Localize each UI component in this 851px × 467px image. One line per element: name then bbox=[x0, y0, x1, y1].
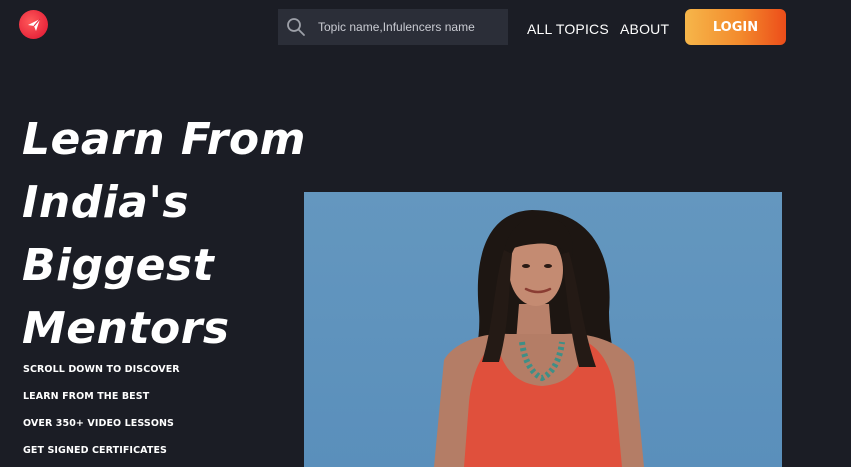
login-button[interactable]: LOGIN bbox=[685, 9, 786, 45]
hero-video[interactable] bbox=[304, 192, 782, 467]
hero-title-line: Mentors bbox=[22, 303, 230, 354]
mentor-image bbox=[434, 210, 644, 467]
search-bar[interactable] bbox=[278, 9, 508, 45]
search-input[interactable] bbox=[318, 20, 498, 34]
hero-title-line: Learn From bbox=[22, 114, 306, 165]
feature-scroll-down: SCROLL DOWN TO DISCOVER bbox=[23, 364, 180, 375]
nav-all-topics[interactable]: ALL TOPICS bbox=[527, 21, 609, 37]
search-icon bbox=[287, 18, 305, 36]
hero-title: Learn From India's Biggest Mentors bbox=[22, 108, 312, 360]
hero-title-line: Biggest bbox=[22, 240, 215, 291]
feature-video-lessons: OVER 350+ VIDEO LESSONS bbox=[23, 418, 174, 429]
nav-about[interactable]: ABOUT bbox=[620, 21, 669, 37]
feature-learn-best: LEARN FROM THE BEST bbox=[23, 391, 150, 402]
logo[interactable] bbox=[19, 10, 48, 39]
hero-title-line: India's bbox=[22, 177, 190, 228]
feature-certificates: GET SIGNED CERTIFICATES bbox=[23, 445, 167, 456]
paper-plane-icon bbox=[27, 18, 40, 31]
